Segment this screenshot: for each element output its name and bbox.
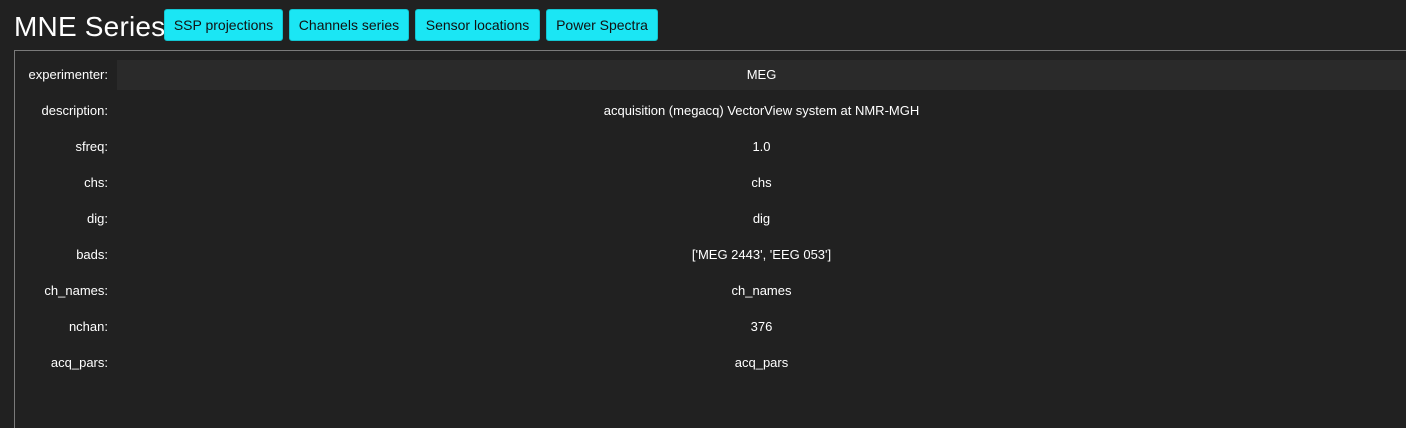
dig-label: dig: xyxy=(87,211,108,226)
info-row-description: description: acquisition (megacq) Vector… xyxy=(15,96,1406,126)
info-row-sfreq: sfreq: 1.0 xyxy=(15,132,1406,162)
info-row-acq-pars: acq_pars: acq_pars xyxy=(15,348,1406,378)
nchan-value: 376 xyxy=(750,319,773,334)
power-spectra-button[interactable]: Power Spectra xyxy=(546,9,658,41)
nchan-label: nchan: xyxy=(68,319,108,334)
channels-series-button[interactable]: Channels series xyxy=(289,9,409,41)
info-panel: experimenter: MEG description: acquisiti… xyxy=(14,50,1406,428)
sensor-locations-button[interactable]: Sensor locations xyxy=(415,9,540,41)
info-row-dig: dig: dig xyxy=(15,204,1406,234)
ssp-projections-button[interactable]: SSP projections xyxy=(164,9,283,41)
info-row-experimenter: experimenter: MEG xyxy=(15,60,1406,90)
acq-pars-label: acq_pars: xyxy=(50,355,108,370)
description-value: acquisition (megacq) VectorView system a… xyxy=(603,103,920,118)
page-title: MNE Series xyxy=(14,11,166,42)
dig-value: dig xyxy=(752,211,771,226)
header-bar: MNE Series SSP projections Channels seri… xyxy=(0,0,1406,50)
info-row-nchan: nchan: 376 xyxy=(15,312,1406,342)
info-row-ch-names: ch_names: ch_names xyxy=(15,276,1406,306)
experimenter-label: experimenter: xyxy=(28,67,108,82)
chs-value: chs xyxy=(751,175,772,190)
chs-label: chs: xyxy=(84,175,108,190)
sfreq-value: 1.0 xyxy=(752,139,771,154)
ch-names-value: ch_names xyxy=(731,283,792,298)
info-row-chs: chs: chs xyxy=(15,168,1406,198)
bads-value: ['MEG 2443', 'EEG 053'] xyxy=(691,247,832,262)
sfreq-label: sfreq: xyxy=(75,139,108,154)
info-row-bads: bads: ['MEG 2443', 'EEG 053'] xyxy=(15,240,1406,270)
ch-names-label: ch_names: xyxy=(44,283,108,298)
experimenter-field[interactable]: MEG xyxy=(117,60,1406,90)
description-label: description: xyxy=(41,103,108,118)
bads-label: bads: xyxy=(76,247,108,262)
acq-pars-value: acq_pars xyxy=(734,355,789,370)
